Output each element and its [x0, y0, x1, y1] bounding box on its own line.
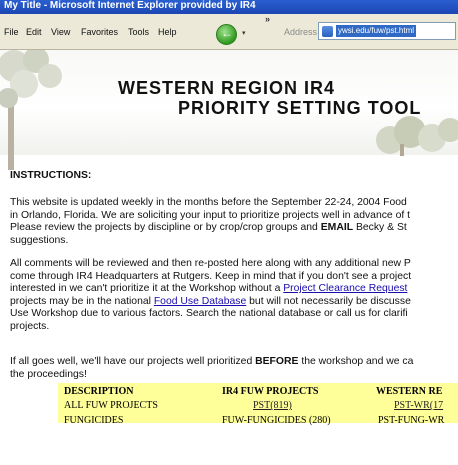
- table-header-western-region: WESTERN RE: [376, 386, 443, 397]
- menu-toolbar: File Edit View Favorites Tools Help ← ▾ …: [0, 14, 458, 50]
- menu-help[interactable]: Help: [158, 27, 177, 37]
- table-link-ir4[interactable]: FUW-FUNGICIDES (280): [222, 415, 331, 426]
- comments-paragraph: All comments will be reviewed and then r…: [10, 258, 411, 333]
- food-use-database-link[interactable]: Food Use Database: [154, 296, 246, 307]
- projects-table: DESCRIPTION IR4 FUW PROJECTS WESTERN RE …: [58, 383, 458, 426]
- project-clearance-link[interactable]: Project Clearance Request: [283, 283, 407, 294]
- closing-line: the proceedings!: [10, 368, 87, 380]
- page-title-line2: PRIORITY SETTING TOOL: [178, 98, 422, 118]
- instructions-heading: INSTRUCTIONS:: [10, 170, 92, 181]
- table-cell-description: ALL FUW PROJECTS: [64, 400, 158, 411]
- intro-paragraph: This website is updated weekly in the mo…: [10, 197, 410, 247]
- window-title-bar: My Title - Microsoft Internet Explorer p…: [0, 0, 458, 14]
- tree-graphic: [0, 50, 62, 170]
- comments-line: projects may be in the national Food Use…: [10, 295, 411, 307]
- comments-line: come through IR4 Headquarters at Rutgers…: [10, 270, 412, 282]
- menu-tools[interactable]: Tools: [128, 27, 149, 37]
- email-bold: EMAIL: [320, 222, 354, 233]
- address-label: Address: [284, 27, 318, 37]
- table-header-description: DESCRIPTION: [64, 386, 134, 397]
- comments-line: projects.: [10, 320, 50, 332]
- back-dropdown-icon[interactable]: ▾: [242, 29, 246, 37]
- table-header-ir4-projects: IR4 FUW PROJECTS: [222, 386, 319, 397]
- table-cell-description: FUNGICIDES: [64, 415, 124, 426]
- before-bold: BEFORE: [255, 356, 299, 367]
- table-link-western[interactable]: PST-WR(17: [394, 400, 443, 411]
- address-input[interactable]: ywsi.edu/fuw/pst.html: [336, 25, 417, 37]
- intro-line: This website is updated weekly in the mo…: [10, 197, 407, 208]
- menu-favorites[interactable]: Favorites: [81, 27, 118, 37]
- closing-paragraph: If all goes well, we'll have our project…: [10, 356, 413, 381]
- menu-edit[interactable]: Edit: [26, 27, 42, 37]
- window-title: My Title - Microsoft Internet Explorer p…: [4, 0, 256, 11]
- banner: WESTERN REGION IR4 PRIORITY SETTING TOOL: [0, 50, 458, 170]
- page-content: WESTERN REGION IR4 PRIORITY SETTING TOOL…: [0, 50, 458, 465]
- table-link-western[interactable]: PST-FUNG-WR: [378, 415, 444, 426]
- comments-line: All comments will be reviewed and then r…: [10, 258, 411, 269]
- menu-view[interactable]: View: [51, 27, 70, 37]
- address-bar[interactable]: ywsi.edu/fuw/pst.html: [318, 22, 456, 40]
- menu-file[interactable]: File: [4, 27, 19, 37]
- closing-line: If all goes well, we'll have our project…: [10, 356, 414, 367]
- toolbar-chevron-icon[interactable]: »: [265, 14, 270, 24]
- table-link-ir4[interactable]: PST(819): [253, 400, 292, 411]
- intro-line: in Orlando, Florida. We are soliciting y…: [10, 209, 411, 221]
- page-title-line1: WESTERN REGION IR4: [118, 78, 336, 98]
- comments-line: Use Workshop due to various factors. Sea…: [10, 308, 408, 319]
- page-icon: [322, 26, 333, 37]
- back-arrow-icon: ←: [221, 26, 233, 40]
- intro-line: Please review the projects by discipline…: [10, 222, 407, 233]
- intro-line: suggestions.: [10, 234, 69, 246]
- comments-line: interested in we can't prioritize it at …: [10, 283, 408, 294]
